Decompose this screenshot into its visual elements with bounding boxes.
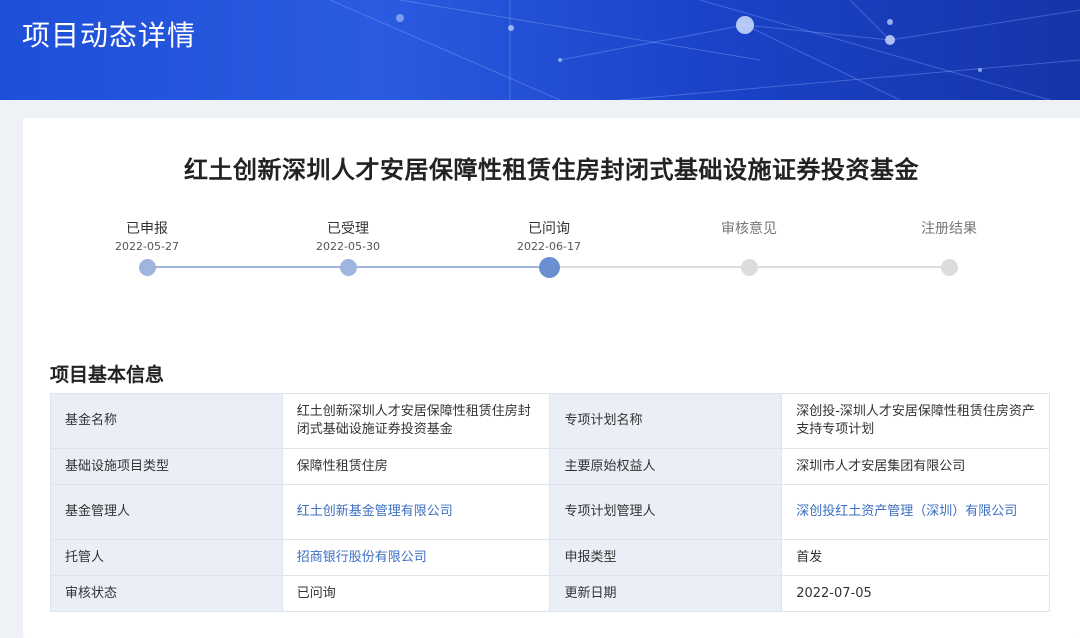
page-title: 项目动态详情: [22, 19, 197, 52]
step-dot-registration-result: [940, 259, 958, 276]
step-dot-submitted: [138, 259, 156, 276]
step-date: 2022-05-30: [316, 240, 380, 253]
step-date: 2022-06-17: [517, 240, 581, 253]
plan-manager-link[interactable]: 深创投红土资产管理（深圳）有限公司: [781, 484, 1050, 540]
table-row: 审核状态 已问询 更新日期 2022-07-05: [50, 575, 1050, 612]
fund-manager-link[interactable]: 红土创新基金管理有限公司: [281, 484, 551, 540]
field-label: 主要原始权益人: [549, 448, 783, 485]
step-label: 已申报: [126, 221, 168, 237]
field-value: 首发: [781, 539, 1050, 576]
table-row: 基础设施项目类型 保障性租赁住房 主要原始权益人 深圳市人才安居集团有限公司: [50, 448, 1050, 485]
field-value: 保障性租赁住房: [281, 448, 551, 485]
step-date: [889, 240, 1009, 256]
field-value: 2022-07-05: [781, 575, 1050, 612]
table-row: 托管人 招商银行股份有限公司 申报类型 首发: [50, 539, 1050, 576]
step-label: 审核意见: [721, 221, 777, 237]
field-label: 更新日期: [549, 575, 783, 612]
step-date: 2022-05-27: [115, 240, 179, 253]
step-label: 注册结果: [921, 221, 977, 237]
field-label: 专项计划管理人: [549, 484, 783, 540]
progress-steps: 已申报 2022-05-27 已受理 2022-05-30 已问询 2022-0…: [23, 118, 1080, 318]
field-label: 基础设施项目类型: [50, 448, 283, 485]
step-review-opinion: 审核意见: [689, 218, 809, 256]
step-submitted: 已申报 2022-05-27: [87, 218, 207, 256]
step-registration-result: 注册结果: [889, 218, 1009, 256]
field-value: 深创投-深圳人才安居保障性租赁住房资产支持专项计划: [781, 393, 1050, 449]
custodian-link[interactable]: 招商银行股份有限公司: [281, 539, 551, 576]
step-inquired: 已问询 2022-06-17: [489, 218, 609, 256]
field-label: 基金管理人: [50, 484, 283, 540]
project-detail-card: 红土创新深圳人才安居保障性租赁住房封闭式基础设施证券投资基金 已申报 2022-…: [23, 118, 1080, 638]
table-row: 基金名称 红土创新深圳人才安居保障性租赁住房封闭式基础设施证券投资基金 专项计划…: [50, 393, 1050, 449]
step-dot-accepted: [339, 259, 357, 276]
field-label: 审核状态: [50, 575, 283, 612]
field-value: 已问询: [281, 575, 551, 612]
basic-info-table: 基金名称 红土创新深圳人才安居保障性租赁住房封闭式基础设施证券投资基金 专项计划…: [50, 393, 1050, 612]
step-label: 已受理: [327, 221, 369, 237]
table-row: 基金管理人 红土创新基金管理有限公司 专项计划管理人 深创投红土资产管理（深圳）…: [50, 484, 1050, 540]
header-banner: 项目动态详情: [0, 0, 1080, 100]
field-label: 专项计划名称: [549, 393, 783, 449]
field-value: 红土创新深圳人才安居保障性租赁住房封闭式基础设施证券投资基金: [281, 393, 551, 449]
step-date: [689, 240, 809, 256]
field-label: 托管人: [50, 539, 283, 576]
field-label: 基金名称: [50, 393, 283, 449]
section-title-basic-info: 项目基本信息: [50, 364, 165, 386]
step-dot-inquired: [538, 257, 560, 278]
step-label: 已问询: [528, 221, 570, 237]
field-value: 深圳市人才安居集团有限公司: [781, 448, 1050, 485]
field-label: 申报类型: [549, 539, 783, 576]
step-dot-review-opinion: [740, 259, 758, 276]
step-accepted: 已受理 2022-05-30: [288, 218, 408, 256]
